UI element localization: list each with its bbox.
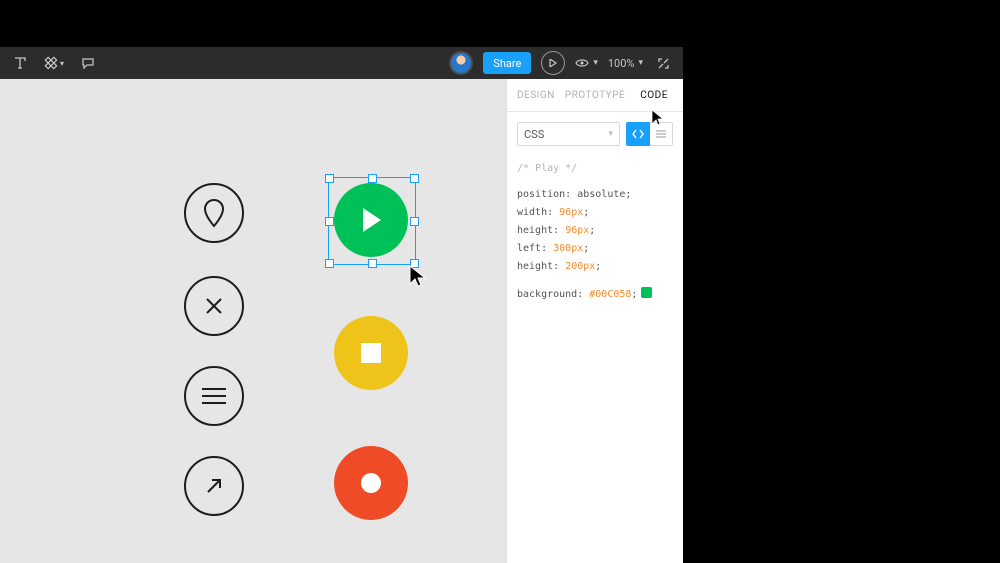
tab-prototype[interactable]: PROTOTYPE <box>565 90 625 101</box>
zoom-label: 100% <box>608 57 635 70</box>
inspector-panel: DESIGN PROTOTYPE CODE CSS ▾ /* Play */ <box>506 79 683 563</box>
expand-icon[interactable] <box>653 53 673 73</box>
components-tool-icon[interactable]: ▾ <box>44 53 64 73</box>
stop-shape[interactable] <box>334 316 408 390</box>
avatar[interactable] <box>449 51 473 75</box>
record-shape[interactable] <box>334 446 408 520</box>
outline-menu-icon[interactable] <box>184 366 244 426</box>
play-shape[interactable] <box>334 183 408 257</box>
code-lang-value: CSS <box>524 128 544 141</box>
tab-code[interactable]: CODE <box>625 90 683 101</box>
text-tool-icon[interactable] <box>10 53 30 73</box>
cursor-icon <box>409 265 427 291</box>
color-swatch <box>641 287 652 298</box>
tab-design[interactable]: DESIGN <box>507 90 565 101</box>
comment-tool-icon[interactable] <box>78 53 98 73</box>
outline-arrow-icon[interactable] <box>184 456 244 516</box>
zoom-level[interactable]: 100%▾ <box>608 57 643 70</box>
code-lang-row: CSS ▾ <box>507 112 683 146</box>
code-view-list-icon[interactable] <box>650 122 673 146</box>
outline-close-icon[interactable] <box>184 276 244 336</box>
code-output: /* Play */ position: absolute; width: 96… <box>507 146 683 318</box>
code-lang-select[interactable]: CSS ▾ <box>517 122 620 146</box>
design-canvas[interactable] <box>0 79 507 563</box>
outline-pin-icon[interactable] <box>184 183 244 243</box>
panel-tabs: DESIGN PROTOTYPE CODE <box>507 79 683 112</box>
code-view-toggle <box>626 122 673 146</box>
code-view-code-icon[interactable] <box>626 122 650 146</box>
chevron-down-icon: ▾ <box>608 129 613 139</box>
share-button[interactable]: Share <box>483 52 531 74</box>
top-toolbar: ▾ Share ▾ 100%▾ <box>0 47 683 79</box>
app-window: ▾ Share ▾ 100%▾ <box>0 47 683 563</box>
code-comment: /* Play */ <box>517 160 673 178</box>
present-button[interactable] <box>541 51 565 75</box>
visibility-dropdown[interactable]: ▾ <box>575 58 598 68</box>
